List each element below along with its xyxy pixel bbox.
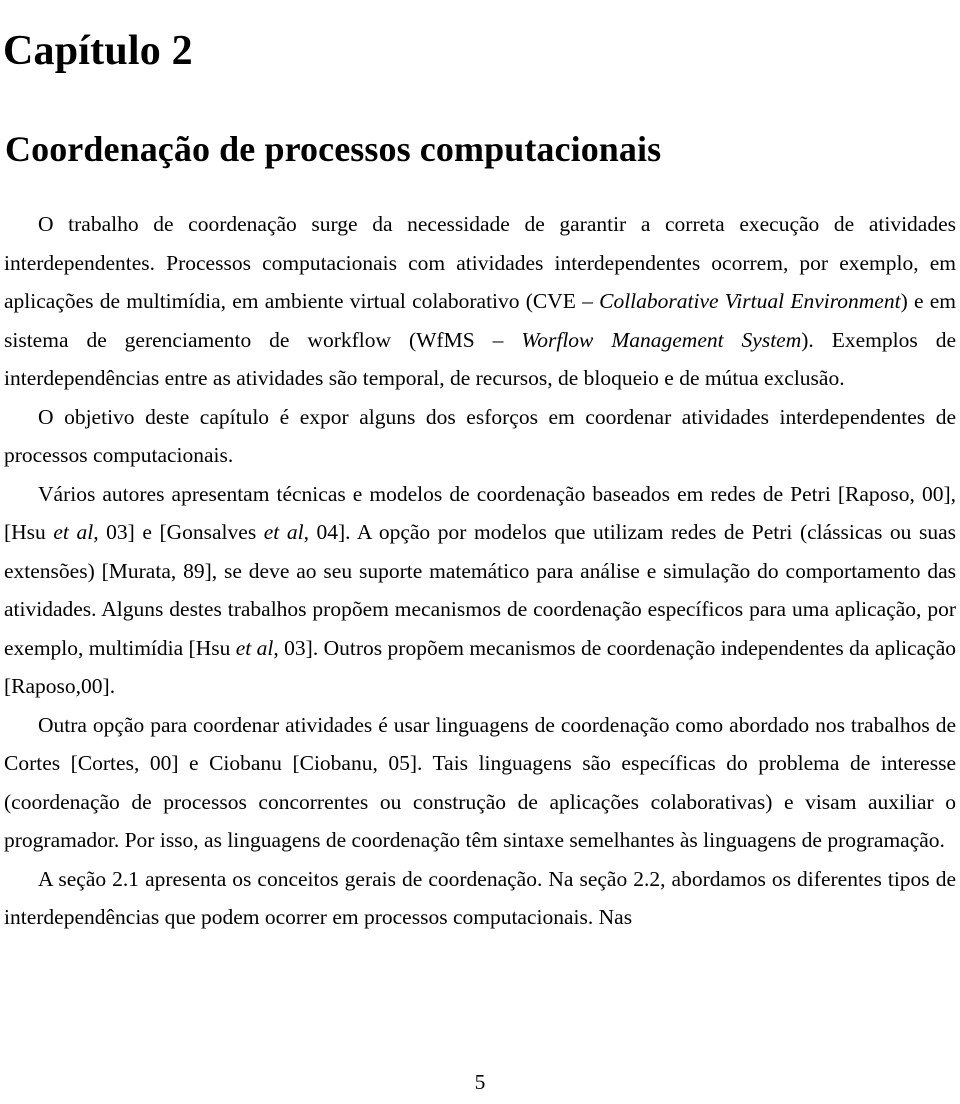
italic-run: Worflow Management System — [521, 327, 802, 352]
document-page: Capítulo 2 Coordenação de processos comp… — [0, 0, 960, 1104]
italic-run: et al — [235, 635, 274, 660]
paragraph: O objetivo deste capítulo é expor alguns… — [4, 404, 956, 468]
body-text-block: O trabalho de coordenação surge da neces… — [4, 205, 956, 937]
chapter-title: Coordenação de processos computacionais — [5, 128, 662, 169]
page-number: 5 — [474, 1070, 486, 1094]
paragraph: A seção 2.1 apresenta os conceitos gerai… — [4, 866, 956, 930]
paragraph: Vários autores apresentam técnicas e mod… — [4, 481, 956, 699]
italic-run: Collaborative Virtual Environment — [599, 289, 901, 313]
italic-run: et al — [263, 520, 304, 544]
paragraph: Outra opção para coordenar atividades é … — [4, 712, 956, 853]
paragraph: O trabalho de coordenação surge da neces… — [4, 212, 956, 390]
italic-run: et al — [53, 520, 94, 544]
chapter-label: Capítulo 2 — [3, 28, 193, 75]
